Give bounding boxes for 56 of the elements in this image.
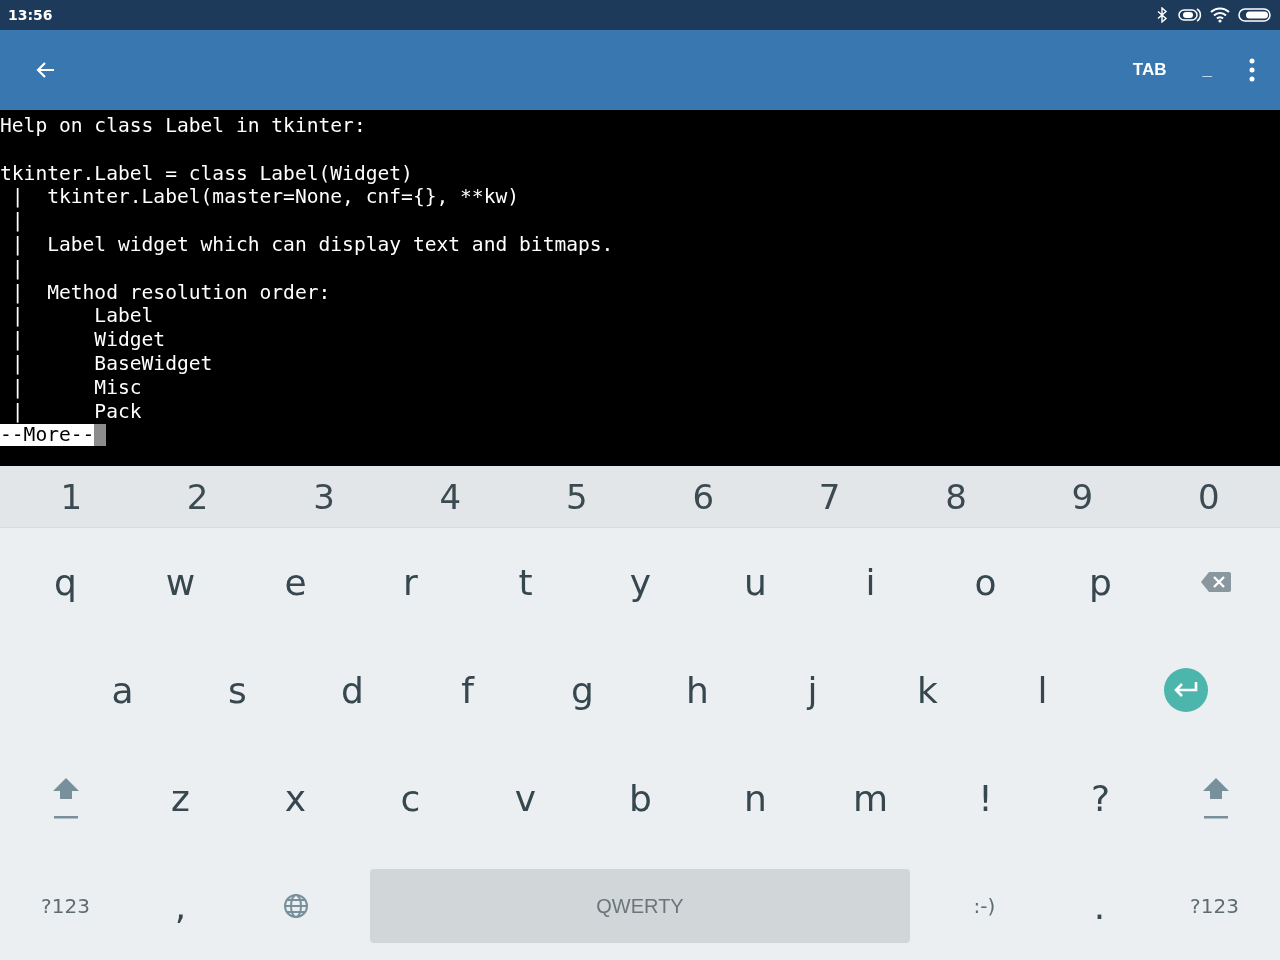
letter-key[interactable]: w [123,528,238,636]
letter-key[interactable]: y [583,528,698,636]
letter-key[interactable]: f [410,636,525,744]
letter-key[interactable]: d [295,636,410,744]
enter-icon[interactable] [1163,667,1209,713]
letter-key[interactable]: ? [1043,744,1158,852]
menu-icon[interactable] [1248,58,1256,82]
letter-key[interactable]: j [755,636,870,744]
letter-key[interactable]: q [8,528,123,636]
letter-key[interactable]: i [813,528,928,636]
battery-icon [1238,7,1272,23]
number-key[interactable]: 3 [260,466,388,527]
letter-key[interactable]: z [123,744,238,852]
number-key[interactable]: 1 [8,466,135,527]
letter-key[interactable]: b [583,744,698,852]
number-key[interactable]: 6 [640,466,767,527]
letter-key[interactable]: t [468,528,583,636]
letter-key[interactable]: a [65,636,180,744]
letter-key[interactable]: o [928,528,1043,636]
clock-time: 13:56 [8,7,53,23]
number-key[interactable]: 9 [1019,466,1146,527]
number-key[interactable]: 8 [892,466,1020,527]
globe-icon[interactable] [282,893,309,919]
number-key[interactable]: 2 [134,466,261,527]
letter-key[interactable]: m [813,744,928,852]
letter-key[interactable]: e [238,528,353,636]
terminal-output: Help on class Label in tkinter: tkinter.Label = class Label(Widget) | tkinter.Label(master=None, cnf={}, **kw) | | Label widget which can display text and bitmaps. | | Method resolution order: | Label | Widget | BaseWidget | Misc | Pack [0,114,615,424]
number-key[interactable]: 4 [387,466,514,527]
letter-key[interactable]: , [123,852,238,960]
letter-key[interactable]: x [238,744,353,852]
number-key[interactable]: 0 [1145,466,1272,527]
letter-key[interactable]: l [985,636,1100,744]
symbol-key[interactable]: ?123 [1157,852,1272,960]
letter-key[interactable]: s [180,636,295,744]
text-cursor [94,424,107,447]
letter-key[interactable]: v [468,744,583,852]
toggle-icon [1178,7,1202,23]
toolbar-button[interactable]: TAB [1132,56,1167,84]
letter-key[interactable]: ! [928,744,1043,852]
letter-key[interactable]: g [525,636,640,744]
letter-key[interactable]: k [870,636,985,744]
symbol-key[interactable]: :-) [927,852,1042,960]
letter-key[interactable]: n [698,744,813,852]
letter-key[interactable]: c [353,744,468,852]
number-key[interactable]: 7 [766,466,893,527]
letter-key[interactable]: r [353,528,468,636]
letter-key[interactable]: h [640,636,755,744]
toolbar-button[interactable]: _ [1202,56,1212,84]
number-key[interactable]: 5 [513,466,640,527]
backspace-icon[interactable] [1199,570,1232,594]
letter-key[interactable]: . [1042,852,1157,960]
wifi-icon [1210,7,1230,23]
more-prompt: --More-- [0,424,95,447]
letter-key[interactable]: u [698,528,813,636]
symbol-key[interactable]: ?123 [8,852,123,960]
letter-key[interactable]: p [1043,528,1158,636]
